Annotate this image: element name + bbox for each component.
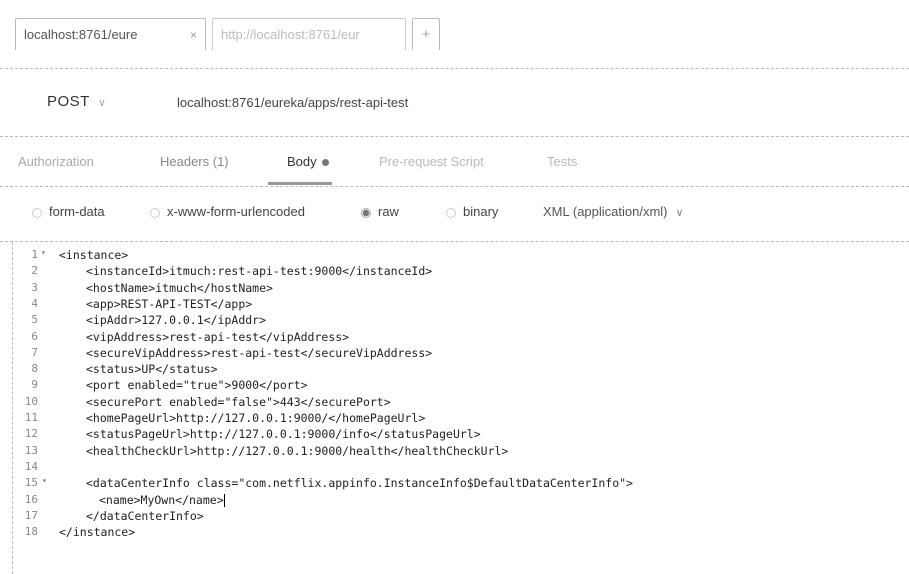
radio-form-data[interactable]: form-data [32,204,105,219]
fold-arrow-icon[interactable]: ▾ [41,248,46,257]
code-text: <dataCenterInfo class="com.netflix.appin… [86,476,633,491]
code-text: <vipAddress>rest-api-test</vipAddress> [86,329,350,344]
code-line[interactable]: 17 </dataCenterInfo> [13,509,893,525]
tab-tests[interactable]: Tests [547,154,577,169]
request-tab-label: localhost:8761/eure [24,27,138,42]
code-text: </dataCenterInfo> [86,508,204,523]
line-number: 3 [31,280,38,294]
line-number: 6 [31,329,38,343]
modified-dot-icon [321,159,329,167]
code-text: <secureVipAddress>rest-api-test</secureV… [86,345,433,360]
request-tab-inactive[interactable]: http://localhost:8761/eur [212,18,406,50]
code-line[interactable]: 1 ▾ <instance> [13,248,893,264]
line-number: 7 [31,345,38,359]
new-tab-button[interactable]: + [412,18,440,50]
code-text: <securePort enabled="false">443</secureP… [86,394,391,409]
radio-urlencoded[interactable]: x-www-form-urlencoded [150,204,305,219]
code-text: <status>UP</status> [86,362,218,377]
radio-label: form-data [49,204,105,219]
line-number: 16 [24,492,38,506]
tab-prerequest-script[interactable]: Pre-request Script [379,154,484,169]
radio-label: x-www-form-urlencoded [167,204,305,219]
code-text: <ipAddr>127.0.0.1</ipAddr> [86,313,267,328]
tab-body-label: Body [287,154,317,169]
line-number: 15 [24,476,38,490]
method-select[interactable]: POST ∨ [47,93,106,110]
radio-raw[interactable]: raw [361,204,399,219]
radio-label: raw [378,204,399,219]
line-number: 2 [31,264,38,278]
code-line[interactable]: 18 </instance> [13,525,893,541]
line-number: 17 [24,508,38,522]
plus-icon: + [421,26,431,43]
line-number: 8 [31,362,38,376]
code-line[interactable]: 11 <homePageUrl>http://127.0.0.1:9000/</h… [13,411,893,427]
line-number: 14 [24,459,38,473]
code-line[interactable]: 14 [13,460,893,476]
tab-authorization[interactable]: Authorization [18,154,94,169]
code-line[interactable]: 3 <hostName>itmuch</hostName> [13,281,893,297]
code-line[interactable]: 9 <port enabled="true">9000</port> [13,378,893,394]
request-url-bar: POST ∨ localhost:8761/eureka/apps/rest-ap… [0,68,909,137]
code-text: <instanceId>itmuch:rest-api-test:9000</i… [86,264,433,279]
code-text: <app>REST-API-TEST</app> [86,296,253,311]
code-line[interactable]: 2 <instanceId>itmuch:rest-api-test:9000</… [13,264,893,280]
code-line[interactable]: 10 <securePort enabled="false">443</secur… [13,395,893,411]
code-line[interactable]: 8 <status>UP</status> [13,362,893,378]
code-text: </instance> [59,525,136,540]
code-line[interactable]: 4 <app>REST-API-TEST</app> [13,297,893,313]
body-type-options: form-data x-www-form-urlencoded raw bina… [0,187,909,242]
line-number: 13 [24,443,38,457]
code-editor[interactable]: 1 ▾ <instance> 2 <instanceId>itmuch:rest-api… [12,242,909,574]
request-tabs: Authorization Headers (1) Body Pre-reque… [0,136,909,187]
fold-arrow-icon[interactable]: ▾ [42,476,47,485]
code-text: <statusPageUrl>http://127.0.0.1:9000/inf… [86,427,481,442]
code-line[interactable]: 16 <name>MyOwn</name> [13,493,893,509]
url-input[interactable]: localhost:8761/eureka/apps/rest-api-test [177,95,408,110]
line-number: 5 [31,313,38,327]
active-tab-indicator [268,182,332,185]
code-text: <name>MyOwn</name> [99,492,225,507]
radio-icon [446,207,456,218]
code-line[interactable]: 7 <secureVipAddress>rest-api-test</secure… [13,346,893,362]
code-text: <homePageUrl>http://127.0.0.1:9000/</hom… [86,411,426,425]
radio-icon [150,207,160,218]
code-line[interactable]: 6 <vipAddress>rest-api-test</vipAddress> [13,330,893,346]
request-tab-active[interactable]: localhost:8761/eure × [15,18,206,50]
line-number: 9 [31,378,38,392]
code-line[interactable]: 12 <statusPageUrl>http://127.0.0.1:9000/i… [13,427,893,443]
code-line[interactable]: 13 <healthCheckUrl>http://127.0.0.1:9000/… [13,444,893,460]
line-number: 4 [31,296,38,310]
code-text: <instance> [59,248,129,262]
tab-body[interactable]: Body [287,154,329,169]
tab-bar: localhost:8761/eure × http://localhost:8… [0,0,909,69]
code-line[interactable]: 5 <ipAddr>127.0.0.1</ipAddr> [13,313,893,329]
code-line[interactable]: 15 ▾ <dataCenterInfo class="com.netflix.ap… [13,476,893,492]
chevron-down-icon: ∨ [675,207,684,219]
radio-label: binary [463,204,499,219]
line-number: 18 [24,525,38,539]
content-type-label: XML (application/xml) [543,204,668,219]
chevron-down-icon: ∨ [97,97,107,109]
code-text: <hostName>itmuch</hostName> [86,280,273,295]
radio-selected-icon [361,207,371,218]
code-text: <port enabled="true">9000</port> [86,378,308,393]
line-number: 12 [24,427,38,441]
radio-binary[interactable]: binary [446,204,498,219]
request-tab-label: http://localhost:8761/eur [221,27,360,42]
tab-headers[interactable]: Headers (1) [160,154,229,169]
radio-icon [32,207,42,218]
close-icon[interactable]: × [190,19,197,51]
text-cursor [223,493,225,507]
code-text: <healthCheckUrl>http://127.0.0.1:9000/he… [86,443,509,458]
content-type-select[interactable]: XML (application/xml) ∨ [543,204,684,219]
method-label: POST [47,93,90,110]
line-number: 10 [24,394,38,408]
line-number: 11 [24,411,38,424]
line-number: 1 [31,248,38,261]
